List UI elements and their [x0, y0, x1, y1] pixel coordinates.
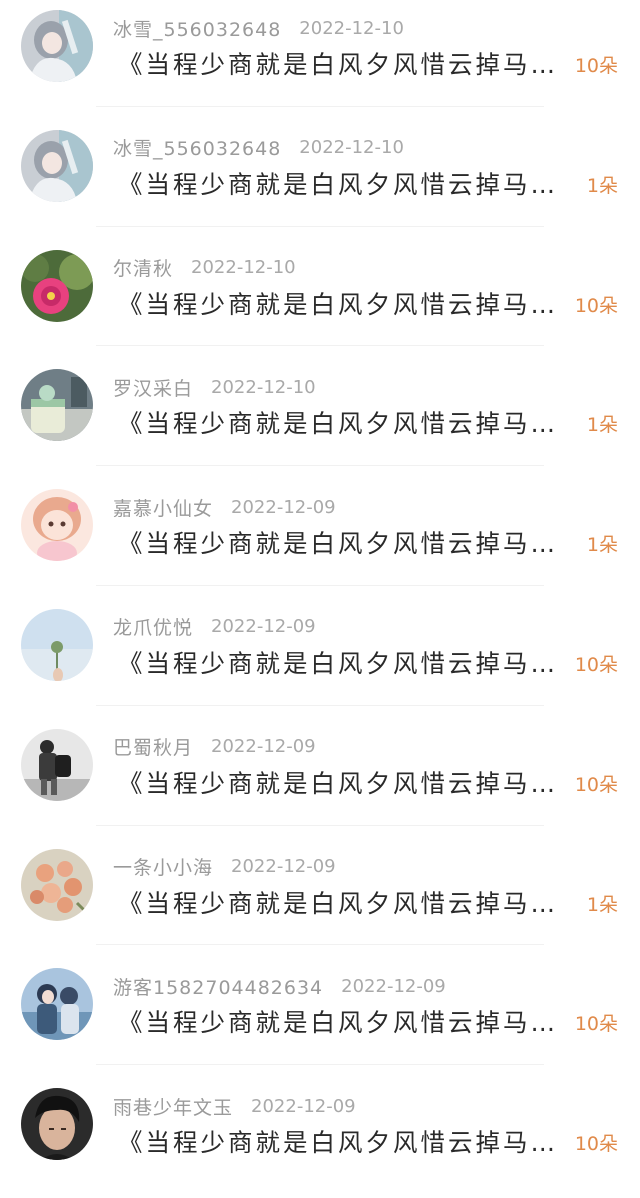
username[interactable]: 游客1582704482634 — [113, 973, 323, 1000]
list-item[interactable]: 一条小小海 2022-12-09 《当程少商就是白风夕风惜云掉马甲》 1朵 — [0, 839, 640, 959]
anime-girl-avatar-icon — [21, 10, 93, 82]
sky-plant-avatar-icon — [21, 608, 93, 681]
anime-girl-avatar-icon — [21, 129, 93, 202]
avatar[interactable] — [21, 249, 93, 322]
cake-avatar-icon — [21, 369, 93, 442]
list-item[interactable]: 嘉慕小仙女 2022-12-09 《当程少商就是白风夕风惜云掉马甲》 1朵 — [0, 479, 640, 599]
flower-count: 10朵 — [574, 55, 618, 77]
username[interactable]: 龙爪优悦 — [113, 613, 193, 640]
username[interactable]: 一条小小海 — [113, 853, 213, 880]
divider — [96, 465, 544, 467]
item-meta: 冰雪_556032648 2022-12-10 — [113, 135, 404, 161]
item-meta: 嘉慕小仙女 2022-12-09 — [113, 494, 336, 520]
flower-count: 10朵 — [574, 294, 618, 317]
list-item[interactable]: 游客1582704482634 2022-12-09 《当程少商就是白风夕风惜云… — [0, 958, 640, 1078]
timestamp: 2022-12-10 — [299, 17, 404, 39]
username[interactable]: 巴蜀秋月 — [113, 733, 193, 760]
flower-count: 10朵 — [574, 653, 618, 676]
roses-avatar-icon — [21, 848, 93, 921]
list-item[interactable]: 巴蜀秋月 2022-12-09 《当程少商就是白风夕风惜云掉马甲》 10朵 — [0, 719, 640, 839]
gift-record-list: 冰雪_556032648 2022-12-10 《当程少商就是白风夕风惜云掉马甲… — [0, 0, 640, 1198]
book-title[interactable]: 《当程少商就是白风夕风惜云掉马甲》 — [118, 647, 576, 681]
cactus-flower-avatar-icon — [21, 249, 93, 322]
book-title[interactable]: 《当程少商就是白风夕风惜云掉马甲》 — [118, 767, 576, 801]
timestamp: 2022-12-10 — [191, 257, 296, 279]
flower-count: 10朵 — [574, 773, 618, 796]
cartoon-girl-avatar-icon — [21, 489, 93, 562]
item-meta: 雨巷少年文玉 2022-12-09 — [113, 1093, 356, 1119]
book-title[interactable]: 《当程少商就是白风夕风惜云掉马甲》 — [118, 527, 576, 561]
man-portrait-avatar-icon — [21, 1088, 93, 1161]
item-meta: 冰雪_556032648 2022-12-10 — [113, 15, 404, 41]
list-item[interactable]: 冰雪_556032648 2022-12-10 《当程少商就是白风夕风惜云掉马甲… — [0, 120, 640, 240]
timestamp: 2022-12-09 — [211, 616, 316, 638]
anime-couple-avatar-icon — [21, 968, 93, 1041]
list-item[interactable]: 雨巷少年文玉 2022-12-09 《当程少商就是白风夕风惜云掉马甲》 10朵 — [0, 1078, 640, 1198]
avatar[interactable] — [21, 129, 93, 202]
username[interactable]: 尔清秋 — [113, 254, 173, 281]
timestamp: 2022-12-09 — [231, 496, 336, 518]
book-title[interactable]: 《当程少商就是白风夕风惜云掉马甲》 — [118, 168, 576, 202]
book-title[interactable]: 《当程少商就是白风夕风惜云掉马甲》 — [118, 407, 576, 441]
avatar[interactable] — [21, 489, 93, 562]
divider — [96, 944, 544, 946]
book-title[interactable]: 《当程少商就是白风夕风惜云掉马甲》 — [118, 288, 576, 322]
timestamp: 2022-12-09 — [231, 856, 336, 878]
flower-count: 1朵 — [586, 174, 618, 197]
book-title[interactable]: 《当程少商就是白风夕风惜云掉马甲》 — [118, 1006, 576, 1040]
username[interactable]: 冰雪_556032648 — [113, 15, 281, 42]
divider — [96, 345, 544, 347]
item-meta: 游客1582704482634 2022-12-09 — [113, 973, 446, 999]
item-meta: 尔清秋 2022-12-10 — [113, 255, 296, 281]
timestamp: 2022-12-09 — [251, 1095, 356, 1117]
flower-count: 10朵 — [574, 1013, 618, 1036]
avatar[interactable] — [21, 369, 93, 442]
divider — [96, 824, 544, 826]
avatar[interactable] — [21, 1088, 93, 1161]
book-title[interactable]: 《当程少商就是白风夕风惜云掉马甲》 — [118, 48, 576, 82]
avatar[interactable] — [21, 608, 93, 681]
item-meta: 龙爪优悦 2022-12-09 — [113, 614, 316, 640]
divider — [96, 225, 544, 227]
divider — [96, 584, 544, 586]
username[interactable]: 罗汉采白 — [113, 374, 193, 401]
username[interactable]: 冰雪_556032648 — [113, 134, 281, 161]
flower-count: 1朵 — [586, 414, 618, 437]
list-item[interactable]: 罗汉采白 2022-12-10 《当程少商就是白风夕风惜云掉马甲》 1朵 — [0, 359, 640, 479]
item-meta: 一条小小海 2022-12-09 — [113, 854, 336, 880]
divider — [96, 704, 544, 706]
divider — [96, 105, 544, 107]
username[interactable]: 嘉慕小仙女 — [113, 494, 213, 521]
divider — [96, 1064, 544, 1066]
flower-count: 1朵 — [586, 893, 618, 916]
avatar[interactable] — [21, 848, 93, 921]
backpack-person-avatar-icon — [21, 728, 93, 801]
avatar[interactable] — [21, 968, 93, 1041]
list-item[interactable]: 龙爪优悦 2022-12-09 《当程少商就是白风夕风惜云掉马甲》 10朵 — [0, 599, 640, 719]
item-meta: 巴蜀秋月 2022-12-09 — [113, 734, 316, 760]
avatar[interactable] — [21, 10, 93, 82]
timestamp: 2022-12-09 — [341, 975, 446, 997]
username[interactable]: 雨巷少年文玉 — [113, 1093, 233, 1120]
timestamp: 2022-12-10 — [299, 137, 404, 159]
timestamp: 2022-12-10 — [211, 376, 316, 398]
list-item[interactable]: 冰雪_556032648 2022-12-10 《当程少商就是白风夕风惜云掉马甲… — [0, 0, 640, 120]
book-title[interactable]: 《当程少商就是白风夕风惜云掉马甲》 — [118, 1126, 576, 1160]
item-meta: 罗汉采白 2022-12-10 — [113, 374, 316, 400]
book-title[interactable]: 《当程少商就是白风夕风惜云掉马甲》 — [118, 887, 576, 921]
flower-count: 1朵 — [586, 534, 618, 557]
list-item[interactable]: 尔清秋 2022-12-10 《当程少商就是白风夕风惜云掉马甲》 10朵 — [0, 240, 640, 360]
timestamp: 2022-12-09 — [211, 736, 316, 758]
avatar[interactable] — [21, 728, 93, 801]
flower-count: 10朵 — [574, 1133, 618, 1156]
